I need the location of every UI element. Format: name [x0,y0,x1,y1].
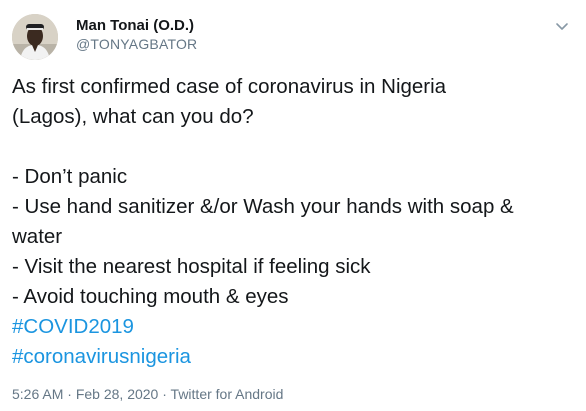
tweet-line: (Lagos), what can you do? [12,105,254,128]
user-handle[interactable]: @TONYAGBATOR [76,35,197,54]
display-name[interactable]: Man Tonai (O.D.) [76,16,197,35]
tweet-time[interactable]: 5:26 AM [12,386,63,402]
tweet-line: water [12,225,63,248]
tweet-metadata: 5:26 AM · Feb 28, 2020 · Twitter for And… [12,385,283,404]
tweet-text: As first confirmed case of coronavirus i… [12,72,576,372]
tweet-line: - Don’t panic [12,165,128,188]
meta-separator: · [158,386,171,402]
hashtag-link[interactable]: #COVID2019 [12,315,134,338]
tweet-header: Man Tonai (O.D.) @TONYAGBATOR [12,6,574,62]
avatar[interactable] [12,14,58,60]
meta-separator: · [63,386,76,402]
tweet-line: As first confirmed case of coronavirus i… [12,75,447,98]
chevron-down-icon [556,23,568,30]
tweet-source[interactable]: Twitter for Android [171,386,284,402]
tweet-date[interactable]: Feb 28, 2020 [76,386,159,402]
tweet-line: - Visit the nearest hospital if feeling … [12,255,371,278]
avatar-photo-icon [12,14,58,60]
tweet-card: Man Tonai (O.D.) @TONYAGBATOR As first c… [0,0,586,411]
hashtag-link[interactable]: #coronavirusnigeria [12,345,191,368]
author-names: Man Tonai (O.D.) @TONYAGBATOR [76,16,197,54]
tweet-line: - Avoid touching mouth & eyes [12,285,289,308]
tweet-line: - Use hand sanitizer &/or Wash your hand… [12,195,514,218]
tweet-menu-button[interactable] [552,16,572,36]
